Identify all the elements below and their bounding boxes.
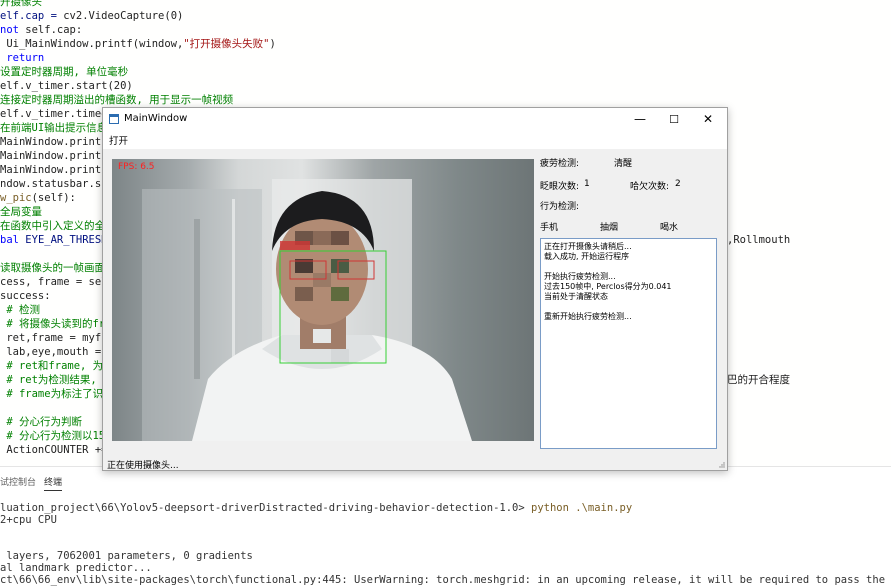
- code-token: not: [0, 24, 19, 36]
- code-line: w_pic(self):: [0, 191, 76, 205]
- code-token: # ret和frame, 为函: [0, 360, 114, 372]
- yawn-label: 哈欠次数:: [630, 182, 670, 192]
- terminal-text: ct\66\66_env\lib\site-packages\torch\fun…: [0, 574, 886, 586]
- code-token: 全局变量: [0, 206, 42, 218]
- behavior-smoking: 抽烟: [600, 223, 619, 233]
- camera-frame-image: [142, 179, 472, 441]
- code-line: 设置定时器周期, 单位毫秒: [0, 65, 128, 79]
- code-token: self.cap:: [18, 24, 83, 36]
- behavior-drinking: 喝水: [660, 223, 679, 233]
- window-title: MainWindow: [124, 113, 188, 124]
- tab-terminal[interactable]: 终端: [44, 475, 63, 491]
- yawn-value: 2: [675, 179, 681, 189]
- log-textbox[interactable]: 正在打开摄像头请稍后... 载入成功, 开始运行程序 开始执行疲劳检测... 过去15…: [540, 238, 717, 449]
- code-token: "打开摄像头失败": [183, 38, 270, 50]
- code-token: .VideoCapture(0): [82, 10, 184, 22]
- code-line: 在前端UI输出提示信息: [0, 121, 107, 135]
- menu-open[interactable]: 打开: [109, 133, 128, 147]
- fatigue-label: 疲劳检测:: [540, 159, 580, 169]
- terminal-text: 2+cpu CPU: [0, 514, 57, 526]
- code-token: return: [0, 52, 45, 64]
- code-line: # 检测: [0, 303, 40, 317]
- code-token: # 分心行为判断: [0, 416, 82, 428]
- log-line: 载入成功, 开始运行程序: [544, 252, 630, 261]
- code-token: 在前端UI输出提示信息: [0, 122, 108, 134]
- code-line: 在函数中引入定义的全局: [0, 219, 116, 233]
- code-line-fragment: 巴的开合程度: [727, 374, 790, 386]
- camera-feed: FPS: 6.5: [112, 159, 534, 441]
- code-line: 开摄像头: [0, 0, 42, 9]
- app-icon: [109, 114, 119, 124]
- code-line: 全局变量: [0, 205, 42, 219]
- menu-bar: 打开: [103, 130, 727, 149]
- code-line: 连接定时器周期溢出的槽函数, 用于显示一帧视频: [0, 93, 233, 107]
- terminal-text: al landmark predictor...: [0, 562, 152, 574]
- fatigue-value: 清醒: [614, 159, 633, 169]
- code-line-fragment: ,Rollmouth: [727, 234, 791, 246]
- code-token: (self):: [31, 192, 76, 204]
- code-token: # ret为检测结果, re: [0, 374, 116, 386]
- terminal-command: python .\main.py: [531, 502, 633, 514]
- blink-value: 1: [584, 179, 590, 189]
- code-line: elf.v_timer.start(20): [0, 79, 133, 93]
- code-token: Ui_MainWindow.printf(window,: [0, 38, 184, 50]
- code-line: # 分心行为判断: [0, 415, 82, 429]
- code-token: 设置定时器周期, 单位毫秒: [0, 66, 129, 78]
- code-token: elf.cap =: [0, 10, 64, 22]
- blink-label: 眨眼次数:: [540, 182, 580, 192]
- status-text: 正在使用摄像头...: [107, 461, 179, 471]
- log-line: 重新开始执行疲劳检测...: [544, 312, 632, 321]
- minimize-button[interactable]: —: [623, 108, 657, 130]
- resize-grip-icon[interactable]: [717, 460, 725, 468]
- bottom-panel: 试控制台 终端 luation_project\66\Yolov5-deepso…: [0, 466, 891, 588]
- code-token: ): [269, 38, 276, 50]
- code-token: # 检测: [0, 304, 40, 316]
- code-token: # 将摄像头读到的fra: [0, 318, 112, 330]
- code-line: 读取摄像头的一帧画面: [0, 261, 105, 275]
- terminal-text: luation_project\66\Yolov5-deepsort-drive…: [0, 502, 532, 514]
- code-token: 在函数中引入定义的全局: [0, 220, 116, 232]
- code-line: # 将摄像头读到的fra: [0, 317, 111, 331]
- fps-label: FPS: 6.5: [118, 162, 155, 172]
- code-line: # ret为检测结果, re: [0, 373, 116, 387]
- terminal-line: ct\66\66_env\lib\site-packages\torch\fun…: [0, 574, 891, 587]
- code-line: # 分心行为检测以15f: [0, 429, 111, 443]
- log-line: 当前处于清醒状态: [544, 292, 608, 301]
- close-button[interactable]: ✕: [691, 108, 725, 130]
- code-line: return: [0, 51, 44, 65]
- code-token: w_pic: [0, 192, 32, 204]
- maximize-button[interactable]: ☐: [657, 108, 691, 130]
- status-bar: 正在使用摄像头...: [103, 451, 727, 471]
- code-token: 读取摄像头的一帧画面: [0, 262, 105, 274]
- code-token: 开摄像头: [0, 0, 42, 8]
- code-token: bal: [0, 234, 26, 246]
- behavior-phone: 手机: [540, 223, 559, 233]
- code-token: 连接定时器周期溢出的槽函数, 用于显示一帧视频: [0, 94, 234, 106]
- code-line: elf.cap = cv2.VideoCapture(0): [0, 9, 183, 23]
- tab-debug-console[interactable]: 试控制台: [0, 475, 36, 488]
- terminal-text: layers, 7062001 parameters, 0 gradients: [0, 550, 253, 562]
- code-token: # frame为标注了识别: [0, 388, 114, 400]
- terminal-line: luation_project\66\Yolov5-deepsort-drive…: [0, 502, 632, 515]
- code-token: elf.v_timer.start(20): [0, 80, 133, 92]
- title-bar[interactable]: MainWindow — ☐ ✕: [103, 108, 727, 130]
- behavior-label: 行为检测:: [540, 202, 580, 212]
- code-line: # frame为标注了识别: [0, 387, 114, 401]
- code-line: success:: [0, 289, 51, 303]
- main-window: MainWindow — ☐ ✕ 打开 FPS: 6.5 疲劳检测: 清醒 眨眼…: [102, 107, 728, 471]
- terminal-line: 2+cpu CPU: [0, 514, 57, 527]
- code-line: not self.cap:: [0, 23, 82, 37]
- code-line: Ui_MainWindow.printf(window,"打开摄像头失败"): [0, 37, 276, 51]
- code-token: # 分心行为检测以15f: [0, 430, 112, 442]
- code-token: success:: [0, 290, 51, 302]
- code-line: # ret和frame, 为函: [0, 359, 114, 373]
- code-token: cv2: [63, 10, 83, 22]
